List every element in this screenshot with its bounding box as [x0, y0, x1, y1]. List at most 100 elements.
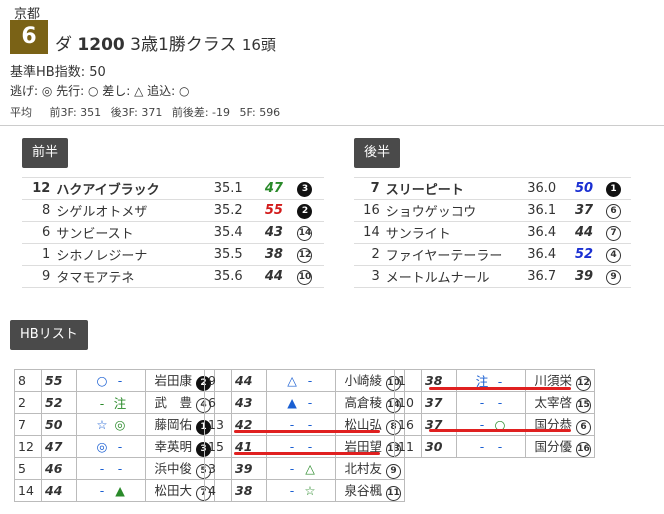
hb-index-value: 37	[559, 199, 597, 222]
runner-count: 16頭	[241, 36, 276, 54]
horse-row: 2 ファイヤーテーラー 36.4 52 4	[354, 243, 631, 266]
prediction-marks: ☆ ◎	[76, 413, 146, 436]
style-mark: -	[99, 461, 105, 476]
jockey-cell: 北村友 9	[335, 457, 405, 480]
horse-number: 2	[14, 391, 42, 414]
hb-index-value: 50	[41, 413, 77, 436]
hb-list-col-2: 9 44 △ - 小崎綾 10 6 43 ▲ - 高倉稜 14 13 42- - 松山弘 8 15 41- - 岩…	[204, 369, 405, 502]
hb-list-row: 6 43 ▲ - 高倉稜 14	[204, 391, 405, 414]
rank-badge: 14	[297, 226, 313, 241]
prediction-mark: -	[117, 439, 123, 454]
prediction-marks: -注	[76, 391, 146, 414]
horse-row: 6 サンビースト 35.4 43 14	[22, 221, 324, 244]
jockey-name: 武 豊	[154, 395, 193, 410]
distance: 1200	[77, 35, 125, 55]
horse-number: 9	[204, 369, 232, 392]
prediction-marks: - ☆	[266, 479, 336, 502]
running-style-legend: 逃げ: ◎ 先行: ○ 差し: △ 追込: ○	[10, 84, 190, 98]
horse-row: 1 シホノレジーナ 35.5 38 12	[22, 243, 324, 266]
hb-index-value: 44	[245, 265, 286, 288]
prediction-mark: -	[117, 461, 123, 476]
prediction-mark: ▲	[115, 483, 125, 498]
rank-mark: 6	[596, 199, 631, 222]
prediction-marks: - ▲	[76, 479, 146, 502]
base-hb-index: 基準HB指数: 50	[10, 65, 106, 80]
rank-mark: 1	[596, 177, 631, 200]
hb-list-row: 16 37- ○ 国分恭 6	[394, 413, 595, 436]
highlight-underline	[429, 429, 571, 432]
rank-mark: 9	[596, 265, 631, 288]
hb-index-value: 52	[41, 391, 77, 414]
hb-index-value: 47	[245, 177, 286, 200]
horse-number: 9	[22, 265, 54, 288]
rank-badge: 3	[297, 182, 313, 197]
jockey-name: 浜中俊	[154, 461, 193, 476]
back-half-table: 7 スリーピート 36.0 50 1 16 ショウゲッコウ 36.1 37 6 14 サンライト 36.…	[354, 177, 631, 288]
horse-number: 10	[394, 391, 422, 414]
back-half-tab[interactable]: 後半	[354, 138, 401, 168]
jockey-name: 幸英明	[154, 439, 193, 454]
rank-badge: 12	[297, 248, 313, 263]
jockey-cell: 国分恭 6	[525, 413, 595, 436]
divider	[0, 125, 664, 126]
jockey-name: 太宰啓	[534, 395, 573, 410]
rank-mark: 7	[596, 221, 631, 244]
horse-number: 12	[22, 177, 54, 200]
prediction-mark: -	[497, 395, 503, 410]
hb-list-col-1: 8 55 ○ - 岩田康 2 2 52- 注武 豊 4 7 50 ☆ ◎ 藤岡佑 1 12 47 ◎ - 幸英明 …	[14, 369, 215, 502]
jockey-cell: 太宰啓 15	[525, 391, 595, 414]
horse-number: 14	[14, 479, 42, 502]
hb-index-value: 44	[41, 479, 77, 502]
prediction-mark: -	[497, 439, 503, 454]
hb-index-value: 39	[559, 265, 597, 288]
style-mark: -	[479, 395, 485, 410]
style-mark: ○	[96, 373, 108, 388]
prediction-mark: ☆	[304, 483, 316, 498]
hb-list-row: 3 39- △ 北村友 9	[204, 457, 405, 480]
horse-number: 14	[354, 221, 383, 244]
prediction-marks: --	[76, 457, 146, 480]
jockey-name: 松田大	[154, 483, 193, 498]
section-time: 36.4	[511, 243, 560, 266]
style-mark: ☆	[96, 417, 108, 432]
section-time: 36.1	[511, 199, 560, 222]
highlight-underline	[234, 452, 380, 455]
jockey-name: 岩田康	[154, 373, 193, 388]
horse-number: 2	[354, 243, 383, 266]
style-mark: -	[99, 396, 105, 411]
style-mark: -	[289, 483, 295, 498]
horse-number: 4	[204, 479, 232, 502]
hb-list-row: 8 55 ○ - 岩田康 2	[14, 369, 215, 392]
horse-number: 5	[14, 457, 42, 480]
horse-number: 8	[14, 369, 42, 392]
jockey-name: 小崎綾	[344, 373, 383, 388]
hb-index-value: 55	[41, 369, 77, 392]
horse-row: 12 ハクアイブラック 35.1 47 3	[22, 177, 324, 200]
horse-number: 16	[394, 413, 422, 436]
jockey-name: 北村友	[344, 461, 383, 476]
horse-number: 6	[22, 221, 54, 244]
rank-mark: 14	[285, 221, 324, 244]
rank-badge: 12	[576, 376, 591, 391]
prediction-marks: --	[456, 435, 526, 458]
prediction-marks: - △	[266, 457, 336, 480]
horse-name: サンライト	[382, 221, 512, 244]
rank-badge: 2	[297, 204, 313, 219]
horse-row: 3 メートルムナール 36.7 39 9	[354, 265, 631, 288]
front-half-tab[interactable]: 前半	[22, 138, 69, 168]
rank-badge: 10	[297, 270, 313, 285]
horse-name: タマモアテネ	[53, 265, 195, 288]
hb-list-tab[interactable]: HBリスト	[10, 320, 88, 350]
horse-number: 12	[14, 435, 42, 458]
jockey-name: 泉谷楓	[344, 483, 383, 498]
jockey-name: 高倉稜	[344, 395, 383, 410]
style-mark: -	[479, 439, 485, 454]
hb-list-row: 2 52- 注武 豊 4	[14, 391, 215, 414]
avg-diff: 前後差: -19	[171, 106, 231, 119]
hb-list-row: 14 44- ▲ 松田大 7	[14, 479, 215, 502]
prediction-mark: 注	[113, 396, 127, 411]
horse-name: ハクアイブラック	[53, 177, 195, 200]
rank-badge: 9	[606, 270, 622, 285]
avg-5f: 5F: 596	[239, 106, 281, 119]
hb-list-row: 7 50 ☆ ◎ 藤岡佑 1	[14, 413, 215, 436]
